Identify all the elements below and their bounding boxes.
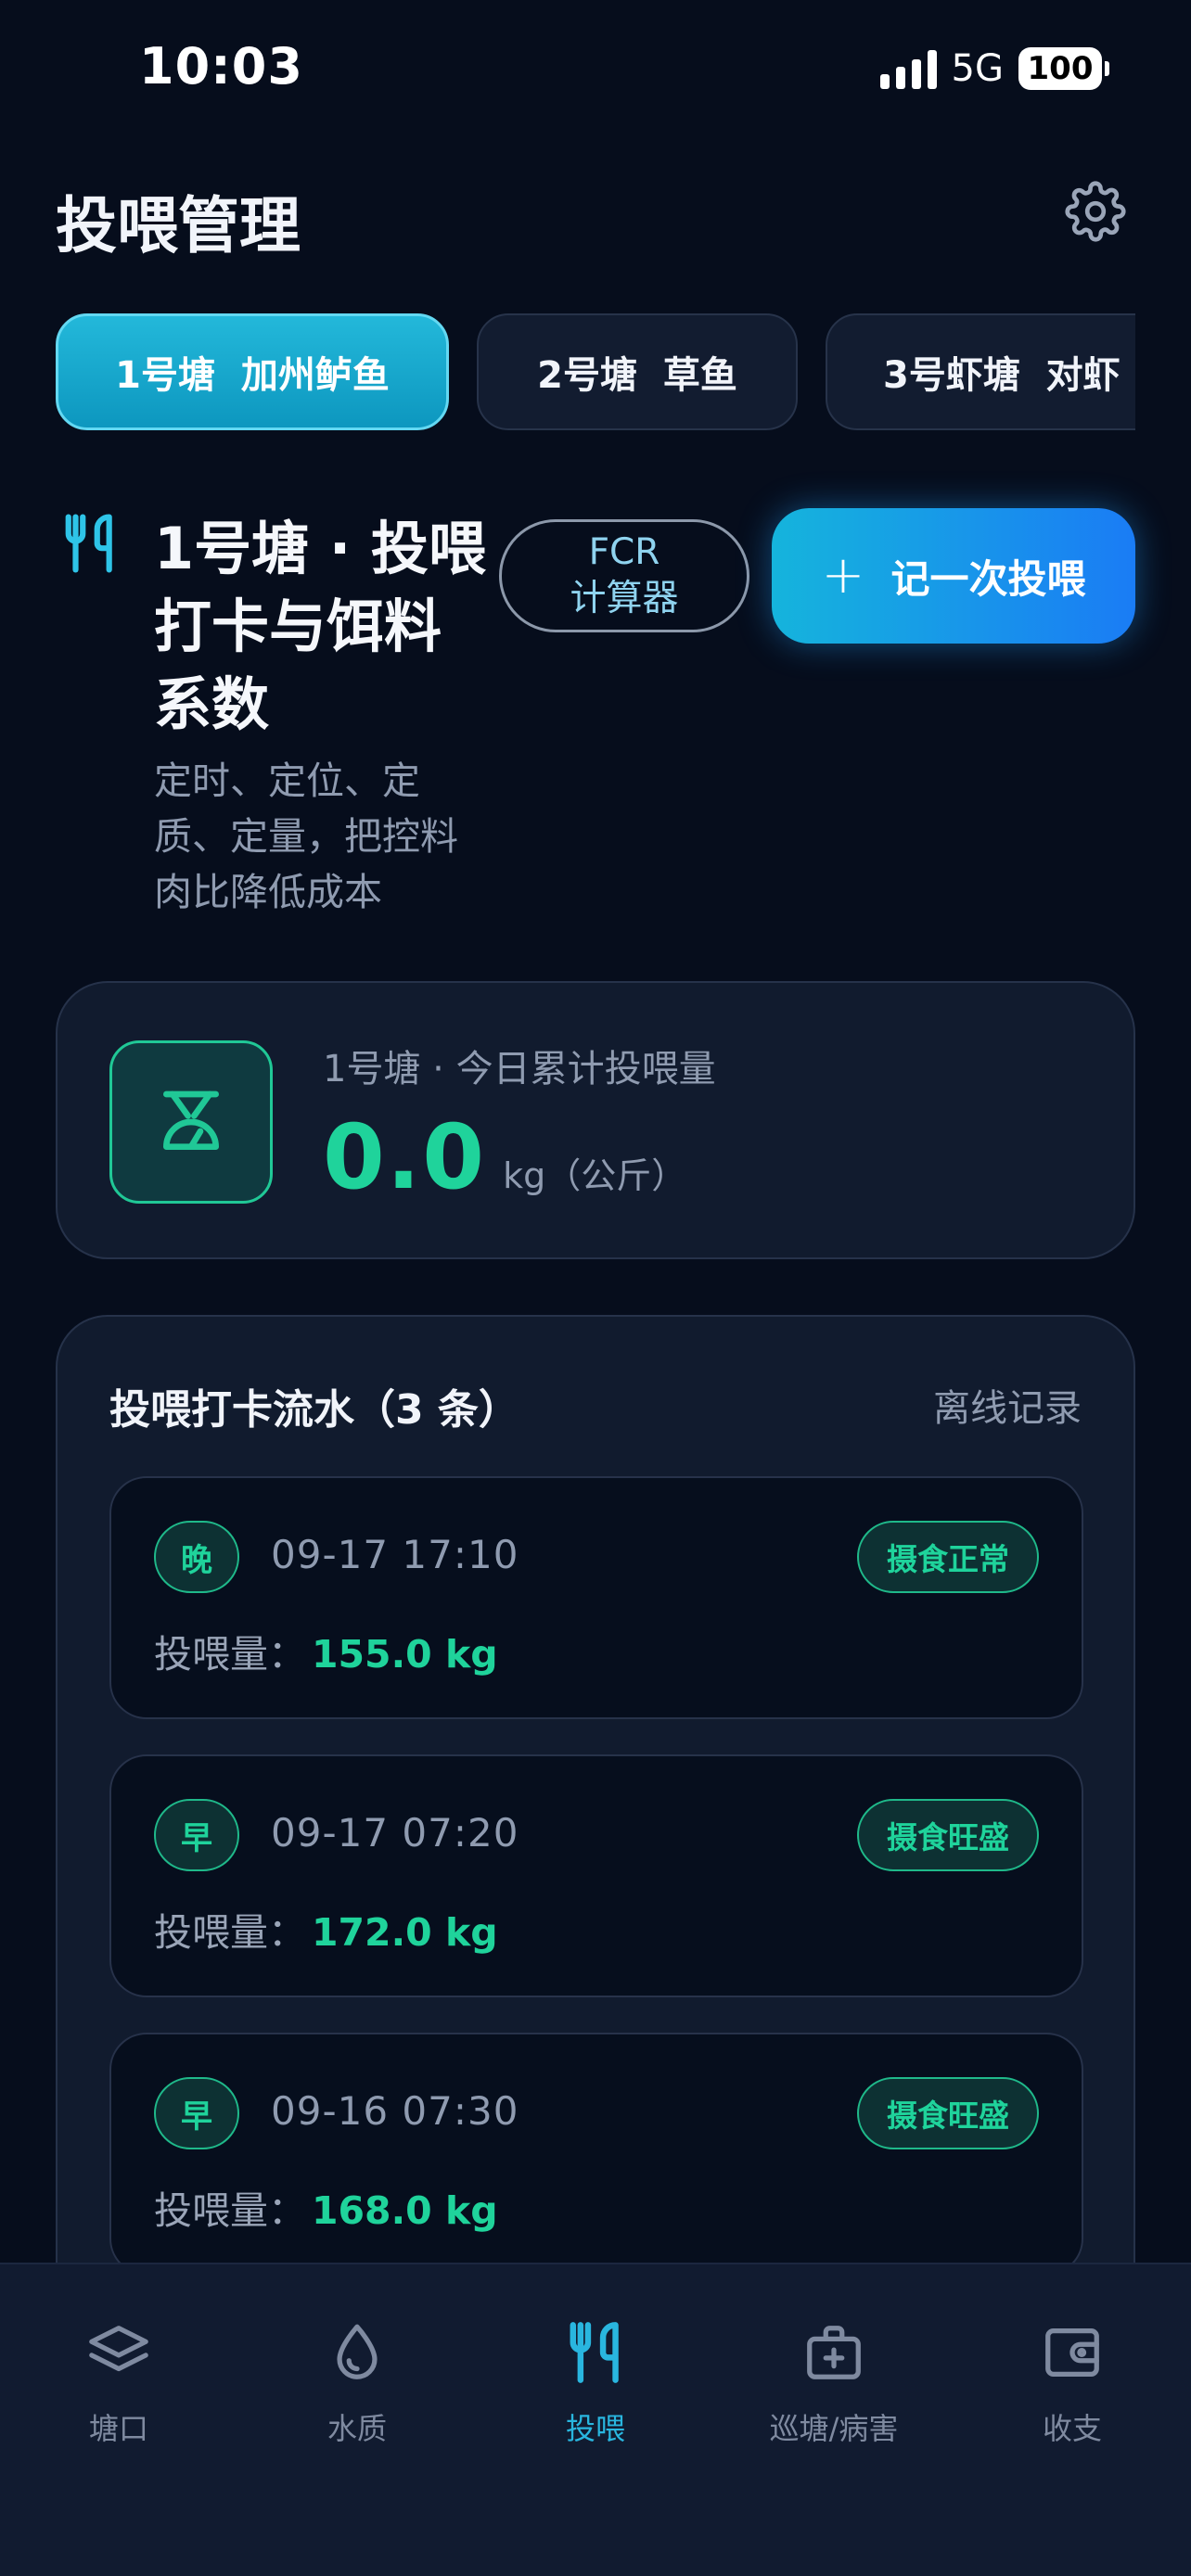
entry-time: 09-17 07:20	[271, 1810, 519, 1855]
tab-pond-3[interactable]: 3号虾塘 对虾	[826, 313, 1135, 430]
today-label: 1号塘 · 今日累计投喂量	[323, 1048, 716, 1090]
entry-amount: 投喂量： 172.0 kg	[154, 1901, 498, 1957]
medical-kit-icon	[807, 2326, 861, 2379]
page-title: 投喂管理	[56, 190, 301, 261]
nav-item-ponds[interactable]: 塘口	[0, 2320, 237, 2448]
nav-label: 水质	[327, 2411, 387, 2446]
battery-icon: 100	[1018, 47, 1109, 90]
amount-value: 172.0 kg	[312, 1910, 498, 1955]
appetite-status-badge: 摄食正常	[857, 1521, 1039, 1593]
today-total-value: 0.0	[323, 1105, 487, 1209]
today-total-card: 1号塘 · 今日累计投喂量 0.0 kg（公斤）	[56, 981, 1135, 1259]
water-drop-icon	[337, 2324, 378, 2379]
add-feeding-label: 记一次投喂	[890, 555, 1086, 602]
fcr-button-line1: FCR	[588, 531, 660, 573]
scale-icon	[109, 1040, 273, 1204]
amount-value: 168.0 kg	[312, 2188, 498, 2233]
amount-label: 投喂量：	[154, 1910, 306, 1955]
offline-records-link[interactable]: 离线记录	[933, 1378, 1082, 1432]
signal-icon	[879, 48, 937, 89]
nav-label: 塘口	[88, 2411, 148, 2446]
status-indicators: 5G 100	[879, 43, 1109, 95]
appetite-status-badge: 摄食旺盛	[857, 1799, 1039, 1871]
log-entry[interactable]: 晚 09-17 17:10 摄食正常 投喂量： 155.0 kg	[109, 1476, 1083, 1719]
gear-icon[interactable]	[1065, 181, 1126, 242]
fork-knife-icon	[65, 514, 112, 573]
add-feeding-button[interactable]: + 记一次投喂	[772, 508, 1135, 644]
log-entry[interactable]: 早 09-17 07:20 摄食旺盛 投喂量： 172.0 kg	[109, 1754, 1083, 1997]
layers-icon	[89, 2326, 148, 2372]
network-type: 5G	[951, 47, 1004, 90]
pond-tabs: 1号塘 加州鲈鱼 2号塘 草鱼 3号虾塘 对虾	[56, 313, 1135, 432]
amount-value: 155.0 kg	[312, 1632, 498, 1677]
entry-amount: 投喂量： 168.0 kg	[154, 2179, 498, 2235]
section-title: 1号塘 · 投喂打卡与饵料系数	[154, 515, 486, 738]
tab-pond-2[interactable]: 2号塘 草鱼	[477, 313, 798, 430]
nav-label: 投喂	[565, 2411, 625, 2446]
fork-knife-icon	[570, 2322, 619, 2383]
amount-label: 投喂量：	[154, 1632, 306, 1677]
nav-item-inspection[interactable]: 巡塘/病害	[715, 2320, 953, 2448]
nav-label: 收支	[1042, 2411, 1102, 2446]
amount-label: 投喂量：	[154, 2188, 306, 2233]
meal-tag: 晚	[154, 1521, 239, 1593]
log-title: 投喂打卡流水（3 条）	[109, 1386, 519, 1434]
fcr-button-line2: 计算器	[570, 578, 679, 619]
nav-item-finance[interactable]: 收支	[954, 2320, 1191, 2448]
log-entry[interactable]: 早 09-16 07:30 摄食旺盛 投喂量： 168.0 kg	[109, 2033, 1083, 2276]
today-value-group: 0.0 kg（公斤）	[323, 1105, 686, 1209]
appetite-status-badge: 摄食旺盛	[857, 2077, 1039, 2149]
fcr-calculator-button[interactable]: FCR 计算器	[499, 519, 749, 632]
feeding-management-screen: 10:03 5G 100 投喂管理 1号塘 加州鲈鱼 2号塘 草鱼 3号虾塘 对…	[0, 0, 1191, 2576]
section-description: 定时、定位、定质、定量，把控料肉比降低成本	[154, 759, 458, 914]
entry-amount: 投喂量： 155.0 kg	[154, 1623, 498, 1678]
nav-label: 巡塘/病害	[769, 2411, 899, 2446]
plus-icon: +	[821, 545, 865, 606]
nav-item-feeding[interactable]: 投喂	[477, 2320, 714, 2448]
tab-pond-1[interactable]: 1号塘 加州鲈鱼	[56, 313, 449, 430]
bottom-nav: 塘口 水质 投喂 巡塘/病害 收支	[0, 2263, 1191, 2576]
meal-tag: 早	[154, 2077, 239, 2149]
today-unit: kg（公斤）	[503, 1155, 687, 1196]
nav-item-water-quality[interactable]: 水质	[238, 2320, 476, 2448]
wallet-icon	[1045, 2328, 1099, 2377]
entry-time: 09-17 17:10	[271, 1532, 519, 1577]
battery-level: 100	[1027, 50, 1094, 87]
status-time: 10:03	[139, 37, 303, 96]
entry-time: 09-16 07:30	[271, 2088, 519, 2134]
meal-tag: 早	[154, 1799, 239, 1871]
